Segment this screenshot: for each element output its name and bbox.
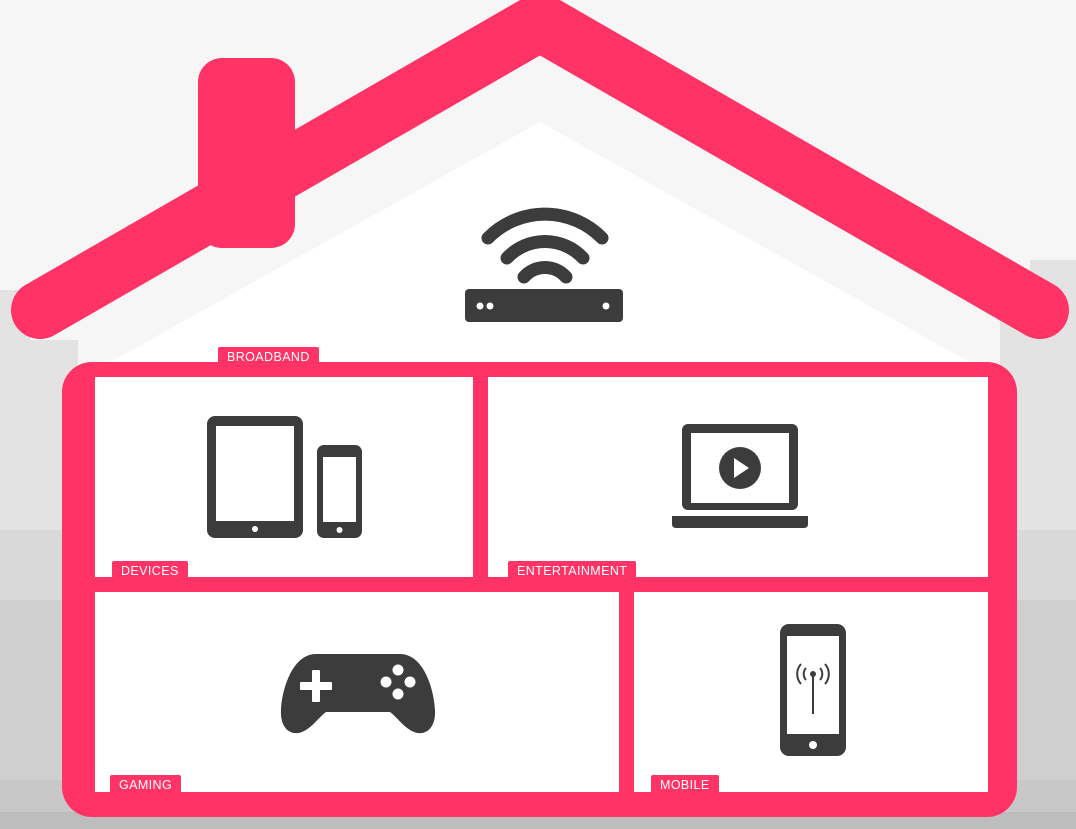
entertainment-label: ENTERTAINMENT bbox=[508, 561, 637, 580]
mobile-signal-icon bbox=[780, 624, 846, 756]
broadband-label: BROADBAND bbox=[218, 347, 319, 366]
devices-label: DEVICES bbox=[112, 561, 188, 580]
infographic-stage: BROADBAND DEVICES ENTERTAINMENT GAMING M… bbox=[0, 0, 1076, 829]
gaming-label: GAMING bbox=[110, 775, 182, 794]
gamepad-icon bbox=[280, 654, 436, 734]
mobile-label: MOBILE bbox=[651, 775, 719, 794]
laptop-play-icon bbox=[672, 424, 808, 528]
wifi-router-icon bbox=[465, 207, 623, 322]
tablet-phone-icon bbox=[207, 416, 362, 538]
